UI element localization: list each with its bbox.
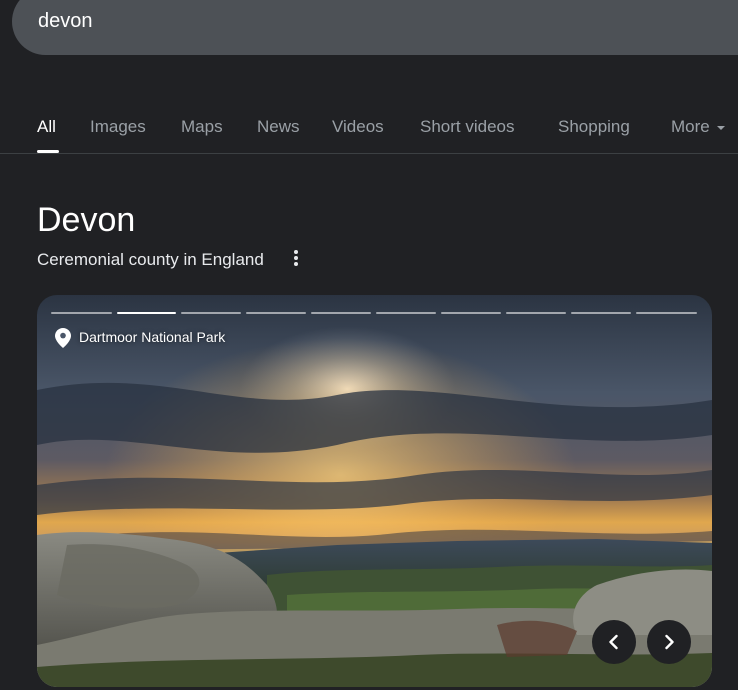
tab-more-label: More	[671, 117, 710, 136]
next-photo-button[interactable]	[647, 620, 691, 664]
knowledge-panel-title: Devon	[37, 201, 136, 239]
slide-indicator	[311, 312, 371, 314]
chevron-right-icon	[665, 634, 674, 650]
tab-more[interactable]: More	[671, 117, 725, 137]
location-label: Dartmoor National Park	[79, 329, 226, 345]
slide-indicator	[506, 312, 566, 314]
slide-indicator	[376, 312, 436, 314]
slide-indicator	[51, 312, 112, 314]
slide-indicator	[441, 312, 501, 314]
prev-photo-button[interactable]	[592, 620, 636, 664]
tab-images[interactable]: Images	[90, 117, 146, 137]
search-tabs: All Images Maps News Videos Short videos…	[0, 105, 738, 154]
location-pin-icon	[55, 328, 71, 348]
chevron-left-icon	[609, 634, 618, 650]
more-vert-icon[interactable]	[288, 249, 304, 267]
search-bar[interactable]: devon	[12, 0, 738, 55]
active-tab-indicator	[37, 150, 59, 153]
caret-down-icon	[716, 125, 725, 130]
knowledge-panel-subtitle: Ceremonial county in England	[37, 250, 264, 269]
tab-shopping[interactable]: Shopping	[558, 117, 630, 137]
tab-maps[interactable]: Maps	[181, 117, 223, 137]
slide-indicator	[246, 312, 306, 314]
tab-videos[interactable]: Videos	[332, 117, 384, 137]
tab-news[interactable]: News	[257, 117, 300, 137]
slide-progress	[51, 312, 697, 315]
slide-indicator-active	[117, 312, 176, 314]
slide-indicator	[181, 312, 241, 314]
slide-indicator	[571, 312, 631, 314]
search-input[interactable]: devon	[38, 10, 93, 33]
tab-all[interactable]: All	[37, 117, 56, 137]
slide-indicator	[636, 312, 697, 314]
tab-short-videos[interactable]: Short videos	[420, 117, 515, 137]
knowledge-panel-photo[interactable]: Dartmoor National Park	[37, 295, 712, 687]
